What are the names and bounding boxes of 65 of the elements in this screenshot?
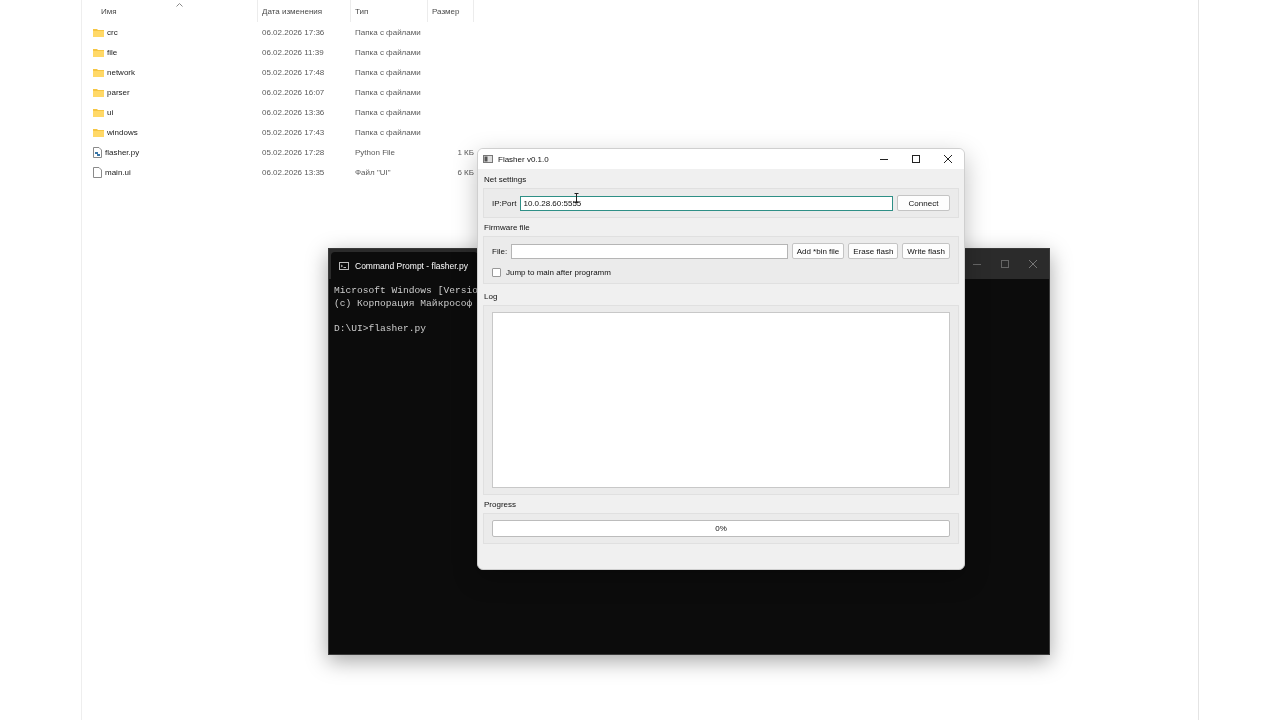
file-name[interactable]: parser	[107, 87, 130, 97]
file-icon	[93, 166, 102, 178]
checkbox[interactable]	[492, 268, 501, 277]
sort-caret-icon	[176, 3, 183, 7]
group-title: Log	[484, 292, 498, 301]
file-type: Python File	[355, 147, 396, 157]
modified-date: 06.02.2026 13:35	[262, 167, 325, 177]
modified-date: 06.02.2026 13:36	[262, 107, 325, 117]
console-line: (c) Корпорация Майкрософ	[334, 297, 473, 310]
file-name[interactable]: flasher.py	[105, 147, 140, 157]
file-name[interactable]: network	[107, 67, 135, 77]
app-icon	[483, 155, 493, 163]
file-name[interactable]: file	[107, 47, 118, 57]
action-button[interactable]: Erase flash	[848, 243, 899, 259]
file-name[interactable]: main.ui	[105, 167, 131, 177]
python-file-icon	[93, 146, 102, 158]
file-type: Папка с файлами	[355, 87, 421, 97]
modified-date: 05.02.2026 17:43	[262, 127, 325, 137]
file-size: 1 КБ	[457, 147, 474, 157]
modified-date: 05.02.2026 17:48	[262, 67, 325, 77]
file-path-field[interactable]	[511, 243, 788, 259]
column-header[interactable]: Размер	[432, 6, 460, 16]
action-button[interactable]: Write flash	[902, 243, 950, 259]
file-name[interactable]: crc	[107, 27, 118, 37]
file-type: Папка с файлами	[355, 27, 421, 37]
console-title: Command Prompt - flasher.py	[355, 260, 468, 271]
text-cursor-icon	[574, 193, 579, 203]
file-size: 6 КБ	[457, 167, 474, 177]
modified-date: 05.02.2026 17:28	[262, 147, 325, 157]
file-type: Папка с файлами	[355, 107, 421, 117]
file-type: Папка с файлами	[355, 127, 421, 137]
close-icon[interactable]	[944, 155, 952, 163]
ip-port-field[interactable]: 10.0.28.60:5555	[520, 195, 893, 211]
folder-icon	[93, 67, 104, 77]
console-icon	[339, 261, 349, 270]
checkbox-label: Jump to main after programm	[506, 268, 611, 277]
file-name[interactable]: ui	[107, 107, 114, 117]
modified-date: 06.02.2026 16:07	[262, 87, 325, 97]
file-type: Папка с файлами	[355, 67, 421, 77]
group-title: Firmware file	[484, 223, 530, 232]
window-title: Flasher v0.1.0	[498, 154, 550, 164]
console-line: D:\UI>flasher.py	[334, 322, 427, 335]
column-header[interactable]: Дата изменения	[262, 6, 323, 16]
action-button[interactable]: Add *bin file	[791, 243, 845, 259]
connect-button[interactable]: Connect	[897, 195, 950, 211]
file-type: Папка с файлами	[355, 47, 421, 57]
folder-icon	[93, 87, 104, 97]
column-header[interactable]: Тип	[355, 6, 369, 16]
folder-icon	[93, 27, 104, 37]
file-type: Файл "UI"	[355, 167, 391, 177]
console-tab[interactable]: Command Prompt - flasher.py	[331, 252, 478, 279]
folder-icon	[93, 107, 104, 117]
folder-icon	[93, 127, 104, 137]
group-title: Net settings	[484, 175, 527, 184]
folder-icon	[93, 47, 104, 57]
progress-reading: 0%	[715, 524, 727, 533]
modified-date: 06.02.2026 17:36	[262, 27, 325, 37]
maximize-icon[interactable]	[912, 155, 920, 163]
file-name[interactable]: windows	[107, 127, 138, 137]
column-header[interactable]: Имя	[101, 6, 117, 16]
modified-date: 06.02.2026 11:39	[262, 47, 324, 57]
group-title: Progress	[484, 500, 516, 509]
console-line: Microsoft Windows [Versio	[334, 285, 478, 298]
field-label: File:	[492, 246, 508, 256]
field-label: IP:Port	[492, 198, 517, 208]
